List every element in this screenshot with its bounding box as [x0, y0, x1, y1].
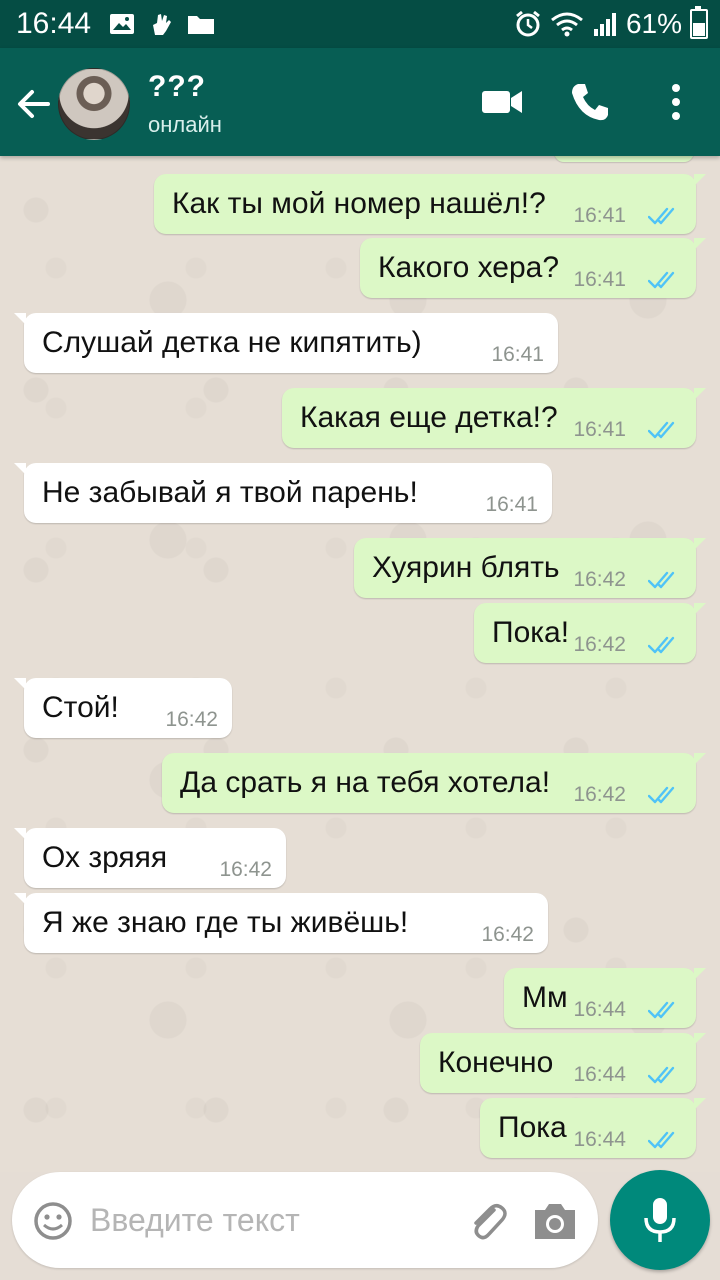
read-ticks-icon	[648, 1131, 675, 1149]
message-time: 16:44	[573, 998, 626, 1021]
message-text: Мм	[522, 981, 568, 1014]
back-arrow-icon[interactable]	[14, 84, 54, 124]
attach-icon[interactable]	[464, 1198, 510, 1244]
mic-button[interactable]	[610, 1170, 710, 1270]
battery-fill	[693, 22, 705, 36]
wifi-icon	[551, 12, 583, 37]
message-text: Слушай детка не кипятить)	[42, 326, 422, 359]
hand-icon	[153, 14, 172, 35]
incoming-message[interactable]: Я же знаю где ты живёшь! 16:42	[14, 893, 548, 953]
phone-icon[interactable]	[566, 78, 614, 126]
read-ticks-icon	[648, 1066, 675, 1084]
message-text: Я же знаю где ты живёшь!	[42, 906, 409, 939]
message-time: 16:44	[573, 1128, 626, 1151]
message-input[interactable]: Введите текст	[90, 1202, 300, 1239]
message-time: 16:44	[573, 1063, 626, 1086]
read-ticks-icon	[648, 207, 675, 225]
more-vert-icon[interactable]	[652, 78, 700, 126]
read-ticks-icon	[648, 421, 675, 439]
message-text: Какого хера?	[378, 251, 560, 284]
folder-icon	[188, 16, 215, 34]
message-time: 16:41	[485, 493, 538, 516]
status-bar: 16:44 61%	[0, 0, 720, 48]
message-text: Да срать я на тебя хотела!	[180, 766, 551, 799]
battery-percent: 61%	[625, 8, 682, 39]
contact-name[interactable]: ???	[148, 70, 206, 104]
incoming-message[interactable]: Ох зряяя 16:42	[14, 828, 286, 888]
message-time: 16:42	[165, 708, 218, 731]
read-ticks-icon	[648, 571, 675, 589]
message-text: Стой!	[42, 691, 119, 724]
message-text: Пока!	[492, 616, 570, 649]
incoming-message[interactable]: Не забывай я твой парень! 16:41	[14, 463, 552, 523]
read-ticks-icon	[648, 636, 675, 654]
chat-header: ??? онлайн	[0, 48, 720, 156]
read-ticks-icon	[648, 271, 675, 289]
battery-icon	[690, 6, 708, 39]
outgoing-message[interactable]: Какого хера? 16:41	[360, 238, 706, 298]
contact-status: онлайн	[148, 112, 222, 137]
incoming-message[interactable]: Стой! 16:42	[14, 678, 232, 738]
read-ticks-icon	[648, 1001, 675, 1019]
status-time: 16:44	[16, 7, 92, 40]
message-text: Не забывай я твой парень!	[42, 476, 418, 509]
message-text: Как ты мой номер нашёл!?	[172, 187, 546, 220]
gallery-icon	[110, 14, 135, 34]
mic-icon	[644, 1198, 676, 1242]
message-time: 16:41	[573, 204, 626, 227]
message-time: 16:42	[573, 633, 626, 656]
avatar[interactable]	[58, 68, 130, 140]
alarm-icon	[516, 10, 540, 37]
message-time: 16:42	[573, 568, 626, 591]
video-call-icon[interactable]	[478, 78, 526, 126]
outgoing-message[interactable]: Пока 16:44	[480, 1098, 706, 1158]
read-ticks-icon	[648, 786, 675, 804]
outgoing-message[interactable]: Да срать я на тебя хотела! 16:42	[162, 753, 706, 813]
message-input-box[interactable]: Введите текст	[12, 1172, 598, 1268]
message-text: Хуярин блять	[372, 551, 560, 584]
outgoing-message[interactable]: Пока! 16:42	[474, 603, 706, 663]
outgoing-message[interactable]: Конечно 16:44	[420, 1033, 706, 1093]
outgoing-message[interactable]: Как ты мой номер нашёл!? 16:41	[154, 174, 706, 234]
incoming-message[interactable]: Слушай детка не кипятить) 16:41	[14, 313, 558, 373]
message-text: Пока	[498, 1111, 567, 1144]
message-time: 16:41	[573, 418, 626, 441]
message-time: 16:41	[573, 268, 626, 291]
signal-icon	[593, 13, 616, 36]
emoji-icon[interactable]	[32, 1200, 74, 1242]
outgoing-message[interactable]: Хуярин блять 16:42	[354, 538, 706, 598]
chat-area[interactable]: Как ты мой номер нашёл!? 16:41 Какого хера…	[0, 156, 720, 1172]
message-time: 16:42	[219, 858, 272, 881]
message-text: Ох зряяя	[42, 841, 168, 874]
outgoing-message[interactable]: Мм 16:44	[504, 968, 706, 1028]
message-time: 16:42	[481, 923, 534, 946]
message-text: Какая еще детка!?	[300, 401, 558, 434]
message-bubble-partial	[554, 156, 694, 162]
outgoing-message[interactable]: Какая еще детка!? 16:41	[282, 388, 706, 448]
camera-icon[interactable]	[532, 1200, 578, 1242]
message-text: Конечно	[438, 1046, 554, 1079]
message-time: 16:41	[491, 343, 544, 366]
message-time: 16:42	[573, 783, 626, 806]
